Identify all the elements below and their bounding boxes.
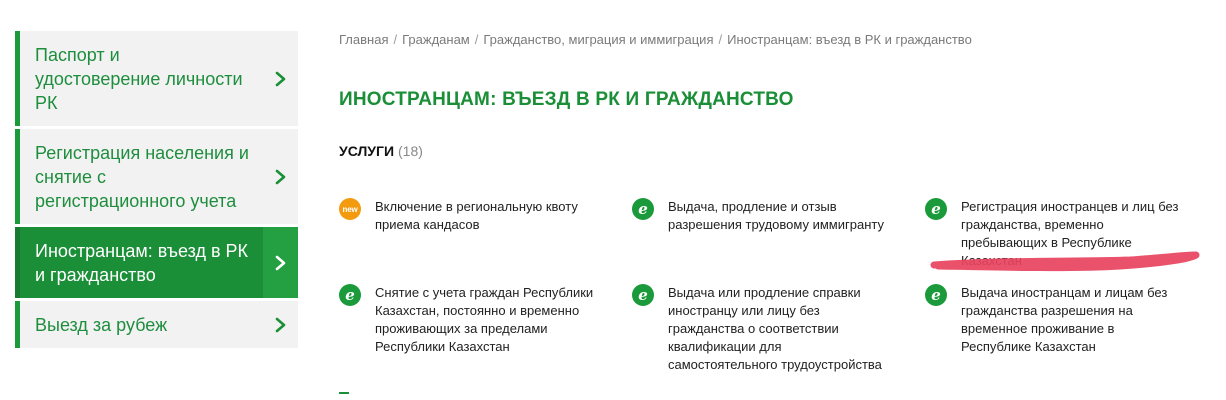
page-title: ИНОСТРАНЦАМ: ВЪЕЗД В РК И ГРАЖДАНСТВО [339, 89, 794, 110]
breadcrumb: Главная / Гражданам / Гражданство, миграция … [339, 32, 972, 47]
chevron-right-icon [263, 227, 298, 298]
chevron-right-icon [263, 31, 298, 126]
service-item[interactable]: e Выдача иностранцам и лицам без граждан… [925, 284, 1185, 356]
next-section-heading-fragment [339, 392, 349, 400]
e-service-icon: e [339, 284, 361, 306]
services-count: (18) [398, 143, 423, 159]
service-item-label: Включение в региональную квоту приема ка… [375, 199, 578, 232]
chevron-right-icon [263, 301, 298, 348]
breadcrumb-separator: / [393, 32, 398, 47]
service-item[interactable]: new Включение в региональную квоту прием… [339, 198, 599, 234]
breadcrumb-current: Иностранцам: въезд в РК и гражданство [727, 32, 972, 47]
services-heading-label: УСЛУГИ [339, 143, 395, 159]
sidebar-item-foreigners[interactable]: Иностранцам: въезд в РК и гражданство [15, 227, 298, 298]
breadcrumb-citizenship-migration[interactable]: Гражданство, миграция и иммиграция [483, 32, 713, 47]
sidebar-item-label: Паспорт и удостоверение личности РК [35, 45, 243, 113]
sidebar-item-passport[interactable]: Паспорт и удостоверение личности РК [15, 31, 298, 126]
sidebar-item-registration[interactable]: Регистрация населения и снятие с регистр… [15, 129, 298, 224]
breadcrumb-separator: / [718, 32, 723, 47]
chevron-right-icon [263, 129, 298, 224]
service-item-label: Выдача иностранцам и лицам без гражданст… [961, 285, 1168, 354]
sidebar-item-travel-abroad[interactable]: Выезд за рубеж [15, 301, 298, 348]
breadcrumb-home[interactable]: Главная [339, 32, 388, 47]
service-item-label: Снятие с учета граждан Республики Казахс… [375, 285, 594, 354]
e-service-icon: e [925, 284, 947, 306]
annotation-underline [930, 251, 1200, 272]
service-item-label: Выдача или продление справки иностранцу … [668, 285, 882, 372]
service-item[interactable]: e Выдача или продление справки иностранц… [632, 284, 892, 374]
sidebar-item-label: Выезд за рубеж [35, 315, 168, 335]
services-heading: УСЛУГИ (18) [339, 143, 423, 159]
e-service-icon: e [632, 198, 654, 220]
sidebar-item-label: Иностранцам: въезд в РК и гражданство [35, 241, 249, 285]
sidebar-nav: Паспорт и удостоверение личности РК Реги… [15, 31, 298, 351]
service-item[interactable]: e Выдача, продление и отзыв разрешения т… [632, 198, 892, 234]
breadcrumb-citizens[interactable]: Гражданам [402, 32, 470, 47]
e-service-icon: e [925, 198, 947, 220]
breadcrumb-separator: / [474, 32, 479, 47]
service-item-label: Выдача, продление и отзыв разрешения тру… [668, 199, 884, 232]
service-item[interactable]: e Снятие с учета граждан Республики Каза… [339, 284, 599, 356]
sidebar-item-label: Регистрация населения и снятие с регистр… [35, 143, 249, 211]
new-badge-icon: new [339, 198, 361, 220]
e-service-icon: e [632, 284, 654, 306]
